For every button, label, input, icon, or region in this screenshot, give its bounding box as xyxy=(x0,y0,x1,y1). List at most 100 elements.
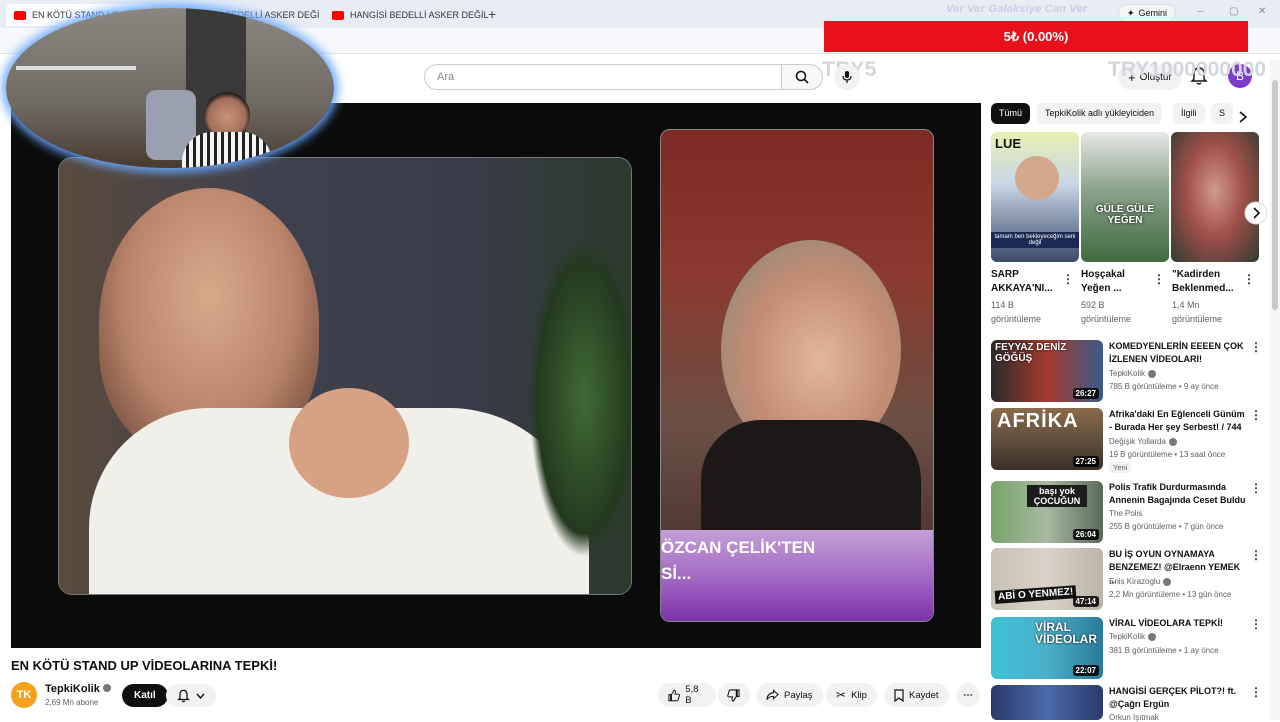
video-thumbnail[interactable]: FEYYAZ DENİZ GÖĞÜŞ 26:27 xyxy=(991,340,1103,402)
shorts-next-button[interactable] xyxy=(1244,201,1268,225)
video-channel[interactable]: Değişik Yollarda xyxy=(1109,437,1177,446)
short-thumb-logo: LUE xyxy=(995,136,1021,151)
video-meta: 785 B görüntüleme • 9 ay önce xyxy=(1109,382,1219,391)
more-vertical-icon[interactable]: ⋮ xyxy=(1250,408,1262,422)
short-thumbnail[interactable] xyxy=(1171,132,1259,262)
share-button[interactable]: Paylaş xyxy=(756,683,823,707)
chip-more[interactable]: S xyxy=(1211,103,1233,124)
bookmark-icon xyxy=(894,688,904,702)
more-vertical-icon[interactable]: ⋮ xyxy=(1250,481,1262,495)
close-window-icon[interactable]: ✕ xyxy=(1258,6,1266,17)
more-actions-button[interactable]: ⋯ xyxy=(956,683,980,707)
search-button[interactable] xyxy=(781,64,823,90)
search-icon xyxy=(795,70,809,84)
video-title[interactable]: VİRAL VİDEOLARA TEPKİ! xyxy=(1109,617,1247,630)
video-title[interactable]: Afrika'daki En Eğlenceli Günüm - Burada … xyxy=(1109,408,1247,434)
chip-all[interactable]: Tümü xyxy=(991,103,1031,124)
video-channel[interactable]: Enis Kirazoglu xyxy=(1109,577,1172,586)
short-thumbnail[interactable]: LUE tamam ben bekleyeceğim seni değil xyxy=(991,132,1079,262)
chip-related[interactable]: İlgili xyxy=(1173,103,1205,124)
search-input[interactable]: Ara xyxy=(424,64,782,90)
video-meta: 381 B görüntüleme • 1 ay önce xyxy=(1109,646,1219,655)
verified-icon xyxy=(102,684,111,692)
like-button[interactable]: 5,8 B xyxy=(658,683,716,707)
duration-badge: 47:14 xyxy=(1072,596,1099,607)
video-meta: 2,2 Mn görüntüleme • 13 gün önce xyxy=(1109,590,1232,599)
short-title: SARP xyxy=(991,269,1019,280)
join-button[interactable]: Katıl xyxy=(122,684,168,707)
video-thumbnail[interactable] xyxy=(991,685,1103,720)
caption-line-2: Sİ... xyxy=(661,564,692,583)
short-thumbnail[interactable]: GÜLE GÜLE YEĞEN xyxy=(1081,132,1169,262)
share-label: Paylaş xyxy=(784,689,813,701)
duration-badge: 26:04 xyxy=(1072,529,1099,540)
short-info[interactable]: Hoşçakal Yeğen ... 592 B görüntüleme xyxy=(1081,268,1161,326)
video-title[interactable]: Polis Trafik Durdurmasında Annenin Bagaj… xyxy=(1109,481,1247,507)
video-channel[interactable]: Orkun Işıtmak xyxy=(1109,713,1159,722)
video-thumbnail[interactable]: ABİ O YENMEZ! 47:14 xyxy=(991,548,1103,610)
short-title: "Kadirden xyxy=(1172,269,1221,280)
thumbnail-text: ABİ O YENMEZ! xyxy=(994,585,1077,604)
channel-text: TepkiKolik xyxy=(1109,632,1146,641)
more-vertical-icon[interactable]: ⋮ xyxy=(1250,685,1262,699)
video-title[interactable]: HANGİSİ GERÇEK PİLOT?! ft. @Çağrı Ergün xyxy=(1109,685,1247,711)
more-vertical-icon[interactable]: ⋮ xyxy=(1062,272,1074,286)
notification-bell-button[interactable] xyxy=(166,684,216,707)
video-channel[interactable]: TepkiKolik xyxy=(1109,632,1157,641)
verified-icon xyxy=(1168,437,1177,446)
channel-text: Enis Kirazoglu xyxy=(1109,577,1161,586)
plant xyxy=(529,238,631,558)
short-title: Beklenmed... xyxy=(1172,283,1234,294)
duration-badge: 22:07 xyxy=(1072,665,1099,676)
video-thumbnail[interactable]: AFRİKA 27:25 xyxy=(991,408,1103,470)
new-tab-button[interactable]: + xyxy=(488,6,496,22)
video-thumbnail[interactable]: VİRAL VİDEOLAR 22:07 xyxy=(991,617,1103,679)
chevron-down-icon xyxy=(196,693,205,699)
voice-search-button[interactable] xyxy=(834,64,860,90)
overlay-marquee-text: Ver Ver Galaksiye Can Ver xyxy=(946,3,1088,15)
minimize-icon[interactable]: – xyxy=(1198,6,1204,17)
save-label: Kaydet xyxy=(909,689,939,701)
gemini-button[interactable]: ✦ Gemini xyxy=(1118,4,1177,22)
short-title: AKKAYA'NI... xyxy=(991,283,1053,294)
gemini-label: Gemini xyxy=(1138,8,1168,18)
tab-title: HANGİSİ BEDELLİ ASKER DEĞİL xyxy=(350,10,489,20)
mic-icon xyxy=(842,71,852,83)
chip-from-uploader[interactable]: TepkiKolik adlı yükleyiciden xyxy=(1037,103,1163,124)
more-vertical-icon[interactable]: ⋮ xyxy=(1250,340,1262,354)
dislike-button[interactable] xyxy=(718,683,750,707)
video-channel[interactable]: TepkiKolik xyxy=(1109,369,1157,378)
thumbnail-text: FEYYAZ DENİZ GÖĞÜŞ xyxy=(995,342,1067,364)
short-info[interactable]: SARP AKKAYA'NI... 114 B görüntüleme xyxy=(991,268,1071,326)
clip-button[interactable]: ✂ Klip xyxy=(826,683,877,707)
short-info[interactable]: "Kadirden Beklenmed... 1,4 Mn görüntülem… xyxy=(1172,268,1252,326)
more-vertical-icon[interactable]: ⋮ xyxy=(1250,617,1262,631)
donation-right-counter: TRY1000000000 xyxy=(1108,58,1267,81)
short-title: Hoşçakal xyxy=(1081,269,1125,280)
short-thumb-face xyxy=(1015,156,1059,200)
short-thumb-caption: GÜLE GÜLE YEĞEN xyxy=(1095,204,1155,226)
more-vertical-icon[interactable]: ⋮ xyxy=(1153,272,1165,286)
channel-name[interactable]: TepkiKolik xyxy=(45,683,111,695)
more-vertical-icon[interactable]: ⋮ xyxy=(1250,548,1262,562)
audience-clothes xyxy=(701,420,921,530)
more-vertical-icon[interactable]: ⋮ xyxy=(1243,272,1255,286)
scissors-icon: ✂ xyxy=(836,688,847,702)
maximize-icon[interactable]: ▢ xyxy=(1229,6,1238,17)
video-player[interactable]: ÖZCAN ÇELİK'TEN Sİ... xyxy=(11,103,981,648)
bell-icon xyxy=(177,689,190,702)
browser-tab[interactable]: HANGİSİ BEDELLİ ASKER DEĞİL × xyxy=(324,4,492,26)
video-title[interactable]: KOMEDYENLERİN EEEEN ÇOK İZLENEN VİDEOLAR… xyxy=(1109,340,1247,366)
share-icon xyxy=(766,689,779,700)
thumbnail-text: AFRİKA xyxy=(997,410,1079,432)
scrollbar-thumb[interactable] xyxy=(1272,80,1278,310)
short-views: görüntüleme xyxy=(991,314,1042,324)
donation-goal-text: 5₺ (0.00%) xyxy=(1003,28,1069,44)
video-channel[interactable]: The Polis xyxy=(1109,509,1142,518)
video-thumbnail[interactable]: başı yok ÇOCUĞUN 26:04 xyxy=(991,481,1103,543)
channel-avatar[interactable]: TK xyxy=(11,682,37,708)
chevron-right-icon[interactable] xyxy=(1238,111,1248,123)
short-views: 114 B xyxy=(991,300,1014,310)
donation-goal-bar: 5₺ (0.00%) xyxy=(824,21,1248,52)
save-button[interactable]: Kaydet xyxy=(884,683,949,707)
